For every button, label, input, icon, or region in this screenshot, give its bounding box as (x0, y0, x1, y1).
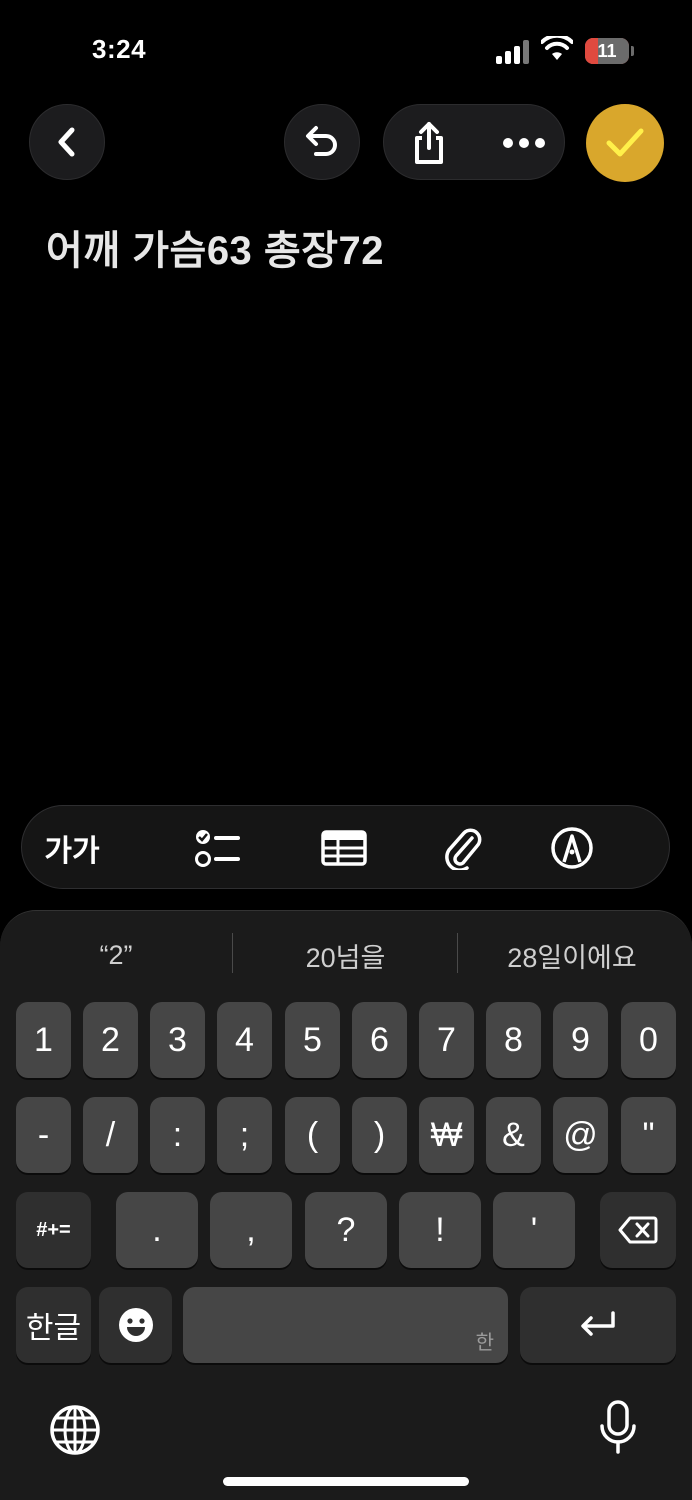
more-format-button[interactable] (662, 820, 670, 876)
cellular-signal-icon (496, 40, 530, 64)
return-icon (581, 1311, 615, 1336)
key[interactable]: " (621, 1097, 676, 1173)
chevron-left-icon (58, 127, 75, 157)
key[interactable]: / (83, 1097, 138, 1173)
paperclip-icon (445, 828, 482, 870)
symbols-key[interactable]: #+= (16, 1192, 91, 1268)
suggestion-item[interactable]: 20넘을 (233, 929, 458, 981)
backspace-icon (618, 1216, 658, 1244)
battery-icon: 11 (585, 38, 629, 64)
home-indicator[interactable] (223, 1477, 469, 1486)
key[interactable]: , (210, 1192, 292, 1268)
note-body-text[interactable]: 어깨 가슴63 총장72 (46, 218, 384, 276)
key[interactable]: 6 (352, 1002, 407, 1078)
key[interactable]: 7 (419, 1002, 474, 1078)
markup-button[interactable] (544, 820, 600, 876)
key[interactable]: ( (285, 1097, 340, 1173)
status-time: 3:24 (92, 34, 147, 64)
done-button[interactable] (586, 104, 664, 182)
key[interactable]: : (150, 1097, 205, 1173)
key[interactable]: 4 (217, 1002, 272, 1078)
table-icon (321, 830, 367, 866)
attachment-button[interactable] (434, 820, 490, 876)
key[interactable]: ! (399, 1192, 481, 1268)
back-button[interactable] (29, 104, 105, 180)
key[interactable]: ' (493, 1192, 575, 1268)
key[interactable]: @ (553, 1097, 608, 1173)
ellipsis-icon (503, 138, 545, 148)
text-style-button[interactable]: 가가 (40, 820, 104, 876)
return-key[interactable] (520, 1287, 676, 1363)
emoji-key[interactable] (99, 1287, 172, 1363)
key[interactable]: 0 (621, 1002, 676, 1078)
key[interactable]: ? (305, 1192, 387, 1268)
space-key-hint: 한 (475, 1332, 494, 1354)
undo-icon (306, 126, 337, 156)
checklist-icon (195, 830, 240, 867)
share-icon (415, 122, 443, 164)
wifi-icon (541, 36, 573, 60)
more-options-button[interactable] (494, 117, 554, 169)
formatting-toolbar: 가가 (21, 805, 670, 889)
pen-tip-icon (551, 827, 593, 869)
undo-button[interactable] (284, 104, 360, 180)
key[interactable]: 9 (553, 1002, 608, 1078)
hangul-key[interactable]: 한글 (16, 1287, 91, 1363)
emoji-icon (118, 1308, 153, 1342)
share-button[interactable] (404, 117, 454, 169)
checkmark-icon (606, 128, 644, 157)
table-button[interactable] (314, 820, 374, 876)
microphone-icon[interactable] (598, 1400, 638, 1456)
key[interactable]: 1 (16, 1002, 71, 1078)
space-key[interactable]: 한 (183, 1287, 508, 1363)
battery-level: 11 (597, 40, 617, 61)
key[interactable]: ) (352, 1097, 407, 1173)
suggestion-item[interactable]: “2” (0, 929, 232, 981)
key[interactable]: ₩ (419, 1097, 474, 1173)
suggestion-item[interactable]: 28일이에요 (458, 929, 686, 981)
key[interactable]: 5 (285, 1002, 340, 1078)
globe-icon[interactable] (49, 1404, 101, 1456)
share-more-group (383, 104, 565, 180)
backspace-key[interactable] (600, 1192, 676, 1268)
key[interactable]: & (486, 1097, 541, 1173)
key[interactable]: 3 (150, 1002, 205, 1078)
key[interactable]: - (16, 1097, 71, 1173)
dismiss-keyboard-icon (667, 833, 670, 863)
key[interactable]: . (116, 1192, 198, 1268)
key[interactable]: 8 (486, 1002, 541, 1078)
key[interactable]: ; (217, 1097, 272, 1173)
key[interactable]: 2 (83, 1002, 138, 1078)
checklist-button[interactable] (190, 820, 246, 876)
suggestion-bar: “2” 20넘을 28일이에요 (0, 929, 692, 981)
